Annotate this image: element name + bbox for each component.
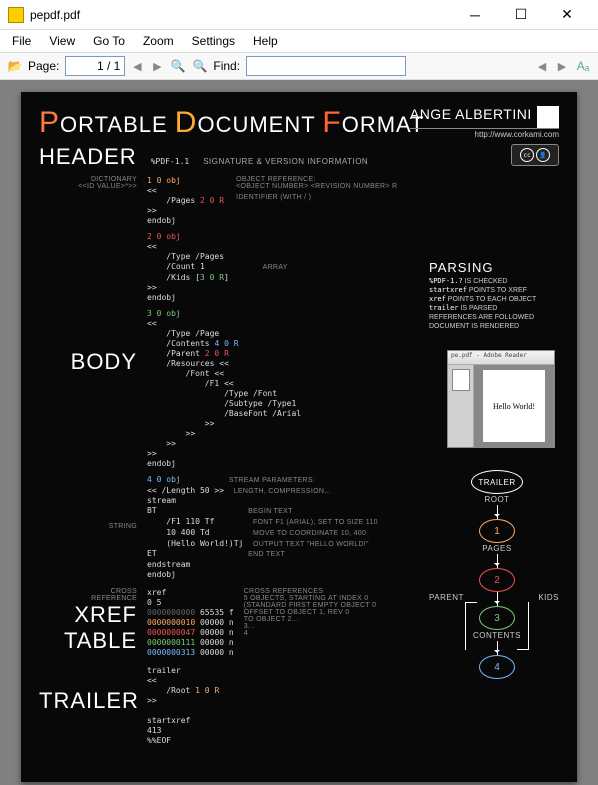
header-signature: %PDF-1.1 — [151, 157, 190, 167]
objref-hint: <OBJECT NUMBER> <REVISION NUMBER> R — [236, 183, 397, 190]
page-label: Page: — [28, 59, 59, 73]
minimize-button[interactable]: ─ — [452, 0, 498, 30]
maximize-button[interactable]: ☐ — [498, 0, 544, 30]
graph-trailer: TRAILER — [471, 470, 523, 494]
section-xref: XREF — [39, 602, 137, 628]
graph-contents-label: CONTENTS — [447, 631, 547, 640]
preview-titlebar: pe.pdf - Adobe Reader — [448, 351, 554, 365]
section-xref-table: TABLE — [39, 628, 137, 654]
open-icon[interactable]: 📂 — [6, 57, 24, 75]
page-input[interactable] — [65, 56, 125, 76]
graph-node-1: 1 — [479, 519, 515, 543]
preview-content: Hello World! — [483, 370, 545, 442]
pdf-page: PORTABLE DOCUMENT FORMAT ANGE ALBERTINI … — [21, 92, 577, 782]
obj4-code: 4 0 obj STREAM PARAMETERS: << /Length 50… — [147, 475, 378, 580]
obj3-code: 3 0 obj << /Type /Page /Contents 4 0 R /… — [147, 309, 301, 469]
graph-parent-label: PARENT — [429, 593, 464, 602]
xref-explain: CROSS REFERENCES 5 OBJECTS, STARTING AT … — [244, 588, 377, 637]
find-label: Find: — [213, 59, 240, 73]
graph-pages-label: PAGES — [447, 544, 547, 553]
find-input[interactable] — [246, 56, 406, 76]
zoom-in-icon[interactable]: 🔍 — [191, 57, 209, 75]
graph-root-label: ROOT — [447, 495, 547, 504]
section-trailer: TRAILER — [39, 688, 137, 714]
menu-goto[interactable]: Go To — [85, 32, 133, 50]
graph-kids-label: KIDS — [538, 593, 559, 602]
author-url: http://www.corkami.com — [410, 128, 559, 139]
zoom-out-icon[interactable]: 🔍 — [169, 57, 187, 75]
section-body: BODY — [39, 349, 137, 375]
header-subtitle: SIGNATURE & VERSION INFORMATION — [203, 157, 368, 166]
xref-sub: CROSS REFERENCE — [39, 588, 137, 602]
document-viewport[interactable]: PORTABLE DOCUMENT FORMAT ANGE ALBERTINI … — [0, 80, 598, 785]
app-icon — [8, 7, 24, 23]
prev-page-button[interactable]: ◀ — [129, 58, 145, 74]
obj2-code: 2 0 obj << /Type /Pages /Count 1 ARRAY /… — [147, 232, 288, 303]
titlebar: pepdf.pdf ─ ☐ ✕ — [0, 0, 598, 30]
menu-zoom[interactable]: Zoom — [135, 32, 182, 50]
graph-node-2: 2 — [479, 568, 515, 592]
dictionary-label: DICTIONARY — [39, 176, 137, 183]
cc-badge: cc 👤 — [511, 144, 559, 166]
dictionary-hint: <<ID VALUE>*>> — [39, 183, 137, 190]
menubar: File View Go To Zoom Settings Help — [0, 30, 598, 52]
window-title: pepdf.pdf — [30, 8, 452, 22]
by-icon: 👤 — [536, 148, 550, 162]
trailer-code: trailer << /Root 1 0 R >> startxref 413 … — [147, 666, 219, 746]
section-header: HEADER — [39, 144, 137, 170]
match-case-icon[interactable]: Aₐ — [574, 57, 592, 75]
string-label: STRING — [39, 523, 137, 530]
find-prev-button[interactable]: ◀ — [534, 58, 550, 74]
next-page-button[interactable]: ▶ — [149, 58, 165, 74]
author-box: ANGE ALBERTINI http://www.corkami.com — [410, 106, 559, 139]
menu-help[interactable]: Help — [245, 32, 286, 50]
close-button[interactable]: ✕ — [544, 0, 590, 30]
parsing-text: %PDF-1.? IS CHECKED startxref POINTS TO … — [429, 277, 559, 332]
menu-view[interactable]: View — [41, 32, 83, 50]
graph-node-3: 3 — [479, 606, 515, 630]
toolbar: 📂 Page: ◀ ▶ 🔍 🔍 Find: ◀ ▶ Aₐ — [0, 52, 598, 80]
cc-icon: cc — [520, 148, 534, 162]
preview-window: pe.pdf - Adobe Reader Hello World! — [447, 350, 555, 448]
obj1-code: 1 0 obj << /Pages 2 0 R >> endobj — [147, 176, 224, 226]
find-next-button[interactable]: ▶ — [554, 58, 570, 74]
menu-settings[interactable]: Settings — [184, 32, 243, 50]
graph-node-4: 4 — [479, 655, 515, 679]
identifier-label: IDENTIFIER (WITH / ) — [236, 194, 397, 201]
parsing-title: PARSING — [429, 260, 559, 275]
author-name: ANGE ALBERTINI — [410, 106, 532, 122]
flow-graph: TRAILER ROOT 1 PAGES 2 PARENT KIDS 3 CON… — [447, 470, 547, 679]
objref-label: OBJECT REFERENCE: — [236, 176, 397, 183]
author-avatar-icon — [537, 106, 559, 128]
preview-sidebar — [448, 365, 474, 447]
xref-code: xref 0 5 0000000000 65535 f 0000000010 0… — [147, 588, 234, 658]
menu-file[interactable]: File — [4, 32, 39, 50]
parsing-box: PARSING %PDF-1.? IS CHECKED startxref PO… — [429, 260, 559, 332]
